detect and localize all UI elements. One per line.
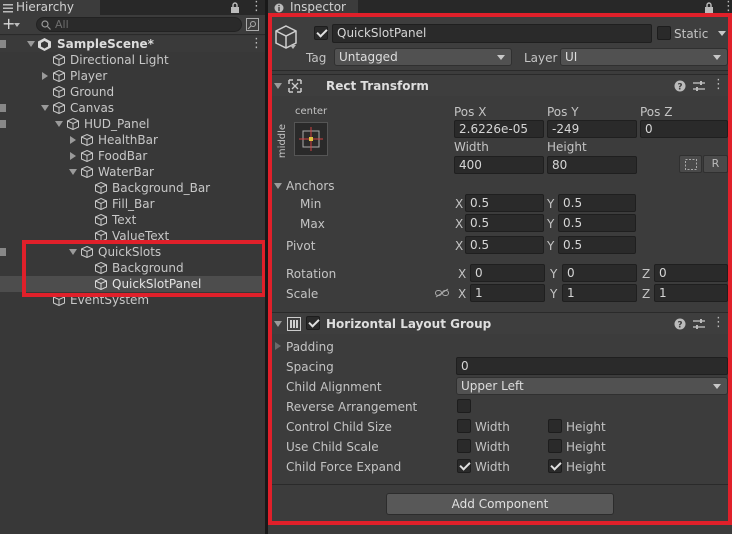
lock-icon[interactable] <box>230 2 240 13</box>
info-icon <box>274 3 284 13</box>
cube-icon <box>67 118 79 130</box>
highlight-box <box>22 240 265 297</box>
cube-icon <box>53 70 65 82</box>
tree-item-label: HUD_Panel <box>84 117 150 131</box>
expand-arrow-icon[interactable] <box>27 41 35 47</box>
cube-icon <box>95 214 107 226</box>
expand-arrow-icon[interactable] <box>70 152 76 160</box>
tab-hierarchy[interactable]: Hierarchy <box>0 0 100 15</box>
search-placeholder: All <box>55 18 69 31</box>
scene-label: SampleScene* <box>57 37 154 51</box>
cube-icon <box>53 102 65 114</box>
tree-item-label: Ground <box>70 85 115 99</box>
tree-item[interactable]: Directional Light <box>0 52 265 68</box>
tree-item[interactable]: Background_Bar <box>0 180 265 196</box>
tree-item[interactable]: HealthBar <box>0 132 265 148</box>
search-scene-icon[interactable] <box>246 18 259 31</box>
unity-scene-icon <box>38 38 51 51</box>
tree-item-label: HealthBar <box>98 133 158 147</box>
expand-arrow-icon[interactable] <box>70 136 76 144</box>
lock-icon[interactable] <box>704 2 714 13</box>
hierarchy-toolbar: + All <box>0 14 265 35</box>
expand-arrow-icon[interactable] <box>41 105 49 111</box>
cube-icon <box>95 198 107 210</box>
tree-item-label: Player <box>70 69 108 83</box>
tree-item[interactable]: WaterBar <box>0 164 265 180</box>
cube-icon <box>81 134 93 146</box>
expand-arrow-icon[interactable] <box>69 169 77 175</box>
cube-icon <box>53 54 65 66</box>
more-options-icon[interactable]: ⋮ <box>722 0 732 14</box>
hierarchy-tabbar: Hierarchy ⋮ <box>0 0 265 15</box>
tree-item[interactable]: FoodBar <box>0 148 265 164</box>
hierarchy-panel: Hierarchy ⋮ + All SampleScene* ⋮ Directi… <box>0 0 265 534</box>
inspector-panel: Inspector ⋮ QuickSlotPanel Static Tag Un… <box>268 0 732 534</box>
add-dropdown-icon[interactable] <box>14 23 20 27</box>
tree-item[interactable]: Canvas <box>0 100 265 116</box>
scene-row[interactable]: SampleScene* ⋮ <box>0 36 265 52</box>
tree-item-label: Directional Light <box>70 53 169 67</box>
tree-item[interactable]: Player <box>0 68 265 84</box>
scene-menu-icon[interactable]: ⋮ <box>250 36 263 52</box>
highlight-box <box>268 13 732 525</box>
cube-icon <box>53 86 65 98</box>
visibility-icon[interactable] <box>0 38 7 50</box>
search-icon <box>41 20 51 30</box>
tree-item[interactable]: HUD_Panel <box>0 116 265 132</box>
search-input[interactable]: All <box>36 17 242 32</box>
tree-item[interactable]: Ground <box>0 84 265 100</box>
tree-item-label: Background_Bar <box>112 181 211 195</box>
more-options-icon[interactable]: ⋮ <box>250 0 263 14</box>
tree-item-label: WaterBar <box>98 165 154 179</box>
expand-arrow-icon[interactable] <box>55 121 63 127</box>
tree-item-label: Canvas <box>70 101 115 115</box>
tab-hierarchy-label: Hierarchy <box>16 0 75 14</box>
tree-item[interactable]: Text <box>0 212 265 228</box>
tree-item[interactable]: Fill_Bar <box>0 196 265 212</box>
cube-icon <box>95 182 107 194</box>
cube-icon <box>81 150 93 162</box>
tree-item-label: Text <box>112 213 137 227</box>
tree-item-label: Fill_Bar <box>112 197 155 211</box>
cube-icon <box>81 166 93 178</box>
tree-item-label: FoodBar <box>98 149 148 163</box>
list-icon <box>3 4 13 13</box>
expand-arrow-icon[interactable] <box>42 72 48 80</box>
